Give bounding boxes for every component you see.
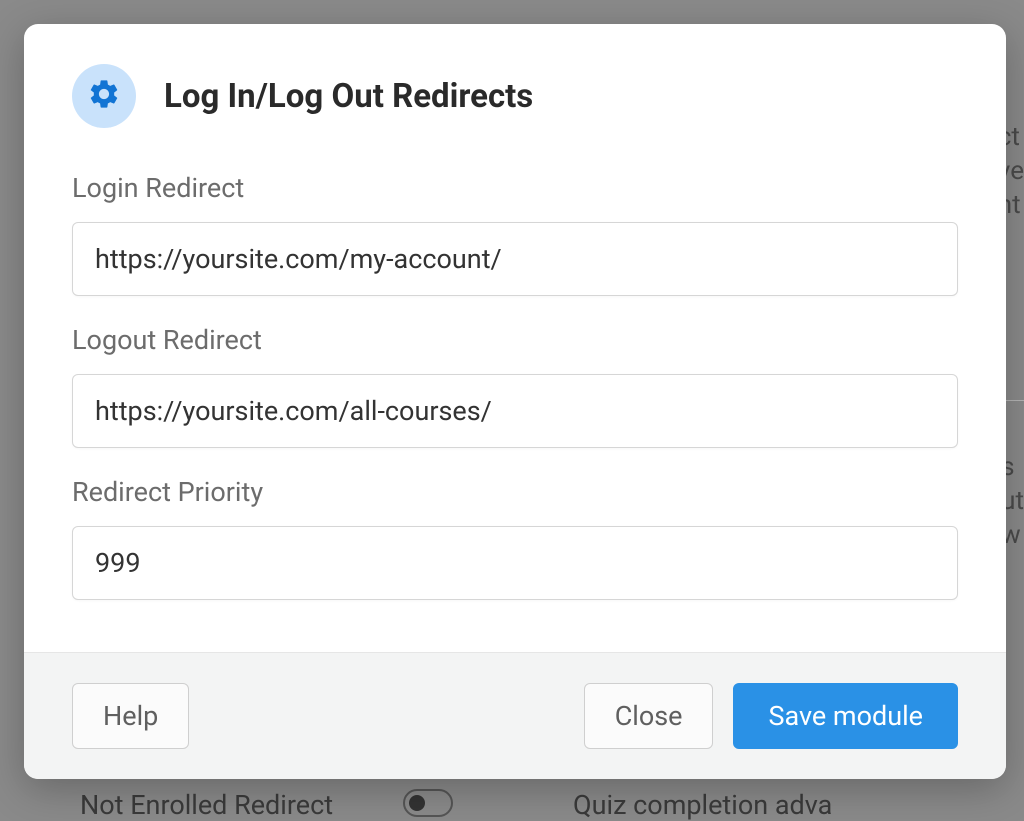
close-button[interactable]: Close xyxy=(584,683,714,749)
modal-header: Log In/Log Out Redirects xyxy=(24,24,1006,152)
help-button[interactable]: Help xyxy=(72,683,189,749)
modal-icon-circle xyxy=(72,64,136,128)
footer-left: Help xyxy=(72,683,584,749)
save-module-button[interactable]: Save module xyxy=(733,683,958,749)
modal-title: Log In/Log Out Redirects xyxy=(164,77,533,116)
label-login-redirect: Login Redirect xyxy=(72,172,958,204)
modal-footer: Help Close Save module xyxy=(24,652,1006,779)
field-redirect-priority: Redirect Priority xyxy=(72,476,958,600)
footer-right: Close Save module xyxy=(584,683,958,749)
input-logout-redirect[interactable] xyxy=(72,374,958,448)
input-login-redirect[interactable] xyxy=(72,222,958,296)
toggle-switch[interactable] xyxy=(403,789,453,817)
gear-icon xyxy=(87,77,121,115)
label-logout-redirect: Logout Redirect xyxy=(72,324,958,356)
field-logout-redirect: Logout Redirect xyxy=(72,324,958,448)
background-label-quiz: Quiz completion adva xyxy=(573,789,832,821)
toggle-dot xyxy=(409,795,425,811)
input-redirect-priority[interactable] xyxy=(72,526,958,600)
background-bottom-row: Not Enrolled Redirect Quiz completion ad… xyxy=(0,789,1024,821)
background-divider xyxy=(1006,400,1024,401)
redirects-modal: Log In/Log Out Redirects Login Redirect … xyxy=(24,24,1006,779)
label-redirect-priority: Redirect Priority xyxy=(72,476,958,508)
background-label-not-enrolled: Not Enrolled Redirect xyxy=(80,789,333,821)
modal-body: Login Redirect Logout Redirect Redirect … xyxy=(24,152,1006,652)
field-login-redirect: Login Redirect xyxy=(72,172,958,296)
